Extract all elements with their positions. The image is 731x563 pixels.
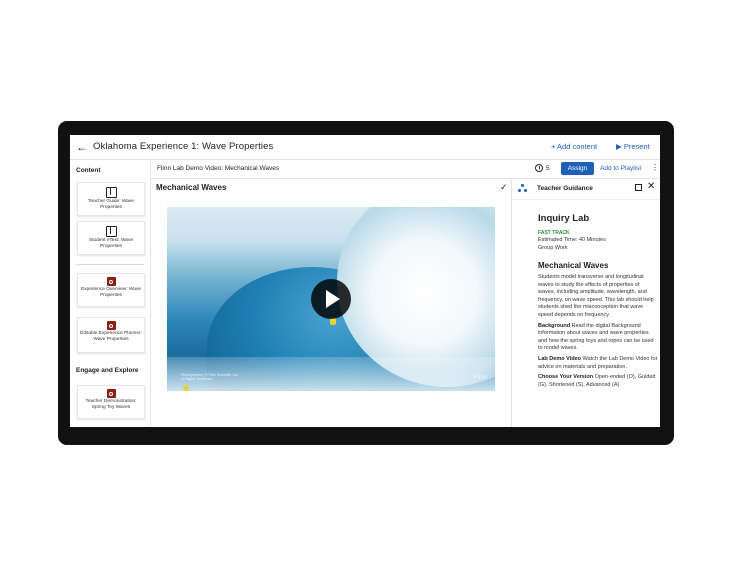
teacher-guidance-panel: Teacher Guidance ✕ Inquiry Lab FAST TRAC…: [511, 179, 660, 427]
background-label: Background: [538, 322, 571, 329]
flinn-logo-icon: [106, 277, 116, 286]
add-to-playlist-button[interactable]: Add to Playlist: [600, 165, 641, 172]
book-icon: [105, 187, 117, 198]
guidance-title: Teacher Guidance: [537, 185, 593, 192]
sidebar-divider: [76, 264, 144, 265]
guidance-header: Teacher Guidance ✕: [512, 179, 660, 200]
main-content: Mechanical Waves ✓ Photographer | © Flin…: [151, 179, 511, 427]
guidance-body: Inquiry Lab FAST TRACK Estimated Time: 4…: [538, 213, 658, 392]
guidance-icon: [518, 184, 527, 193]
section-label-engage: Engage and Explore: [76, 367, 139, 374]
book-icon: [105, 226, 117, 237]
content-card-teacher-demonstration[interactable]: Teacher Demonstration: Spring Toy Waves: [77, 385, 145, 419]
group-work: Group Work: [538, 245, 568, 251]
card-label: Editable Experience Planner: Wave Proper…: [80, 331, 142, 342]
time-value: 5: [546, 165, 550, 172]
guidance-background: Background Read the digital Background i…: [538, 323, 658, 353]
play-icon[interactable]: [311, 279, 351, 319]
more-options-icon[interactable]: ⋮: [651, 163, 659, 173]
video-player[interactable]: Photographer | © Flinn Scientific, Inc. …: [167, 207, 495, 391]
video-credit: Photographer | © Flinn Scientific, Inc. …: [181, 373, 239, 381]
card-label: Teacher Demonstration: Spring Toy Waves: [85, 399, 137, 410]
item-toolbar: Flinn Lab Demo Video: Mechanical Waves 5…: [151, 160, 660, 179]
guidance-lab-demo: Lab Demo Video Watch the Lab Demo Video …: [538, 356, 658, 371]
section-label-content: Content: [76, 167, 101, 174]
back-arrow-icon[interactable]: ←: [76, 140, 88, 154]
add-content-button[interactable]: + Add content: [551, 142, 597, 151]
page-title: Oklahoma Experience 1: Wave Properties: [93, 141, 274, 152]
guidance-heading: Inquiry Lab: [538, 213, 590, 224]
card-label: Student eText: Wave Properties: [88, 238, 134, 249]
content-card-experience-overview[interactable]: Experience Overview: Wave Properties: [77, 273, 145, 307]
content-card-student-etext[interactable]: Student eText: Wave Properties: [77, 221, 145, 255]
checkmark-icon[interactable]: ✓: [500, 182, 508, 193]
top-bar: ← Oklahoma Experience 1: Wave Properties…: [70, 135, 660, 160]
card-label: Teacher Guide: Wave Properties: [88, 199, 134, 210]
guidance-version: Choose Your Version Open-ended (O), Guid…: [538, 374, 658, 389]
card-label: Experience Overview: Wave Properties: [80, 287, 142, 298]
content-card-experience-planner[interactable]: Editable Experience Planner: Wave Proper…: [77, 317, 145, 353]
close-icon[interactable]: ✕: [647, 181, 655, 193]
video-brand: Flinn: [473, 375, 487, 381]
guidance-intro: Students model transverse and longitudin…: [538, 274, 654, 318]
content-title: Mechanical Waves: [156, 183, 227, 192]
content-sidebar: Content Teacher Guide: Wave Properties S…: [70, 160, 151, 427]
version-label: Choose Your Version: [538, 374, 594, 381]
estimated-time: Estimated Time: 40 Minutes: [538, 237, 606, 243]
video-logo-icon: [183, 385, 189, 391]
present-button[interactable]: ▶ Present: [616, 142, 650, 151]
item-title: Flinn Lab Demo Video: Mechanical Waves: [157, 165, 280, 172]
clock-icon: [535, 164, 543, 172]
assign-button[interactable]: Assign: [561, 162, 594, 175]
guidance-section-title: Mechanical Waves: [538, 261, 609, 270]
flinn-logo-icon: [106, 321, 116, 330]
app-screen: ← Oklahoma Experience 1: Wave Properties…: [70, 135, 660, 427]
content-card-teacher-guide[interactable]: Teacher Guide: Wave Properties: [77, 182, 145, 216]
flinn-logo-icon: [106, 389, 116, 398]
open-external-icon[interactable]: [635, 184, 642, 191]
lab-demo-label: Lab Demo Video: [538, 355, 581, 362]
